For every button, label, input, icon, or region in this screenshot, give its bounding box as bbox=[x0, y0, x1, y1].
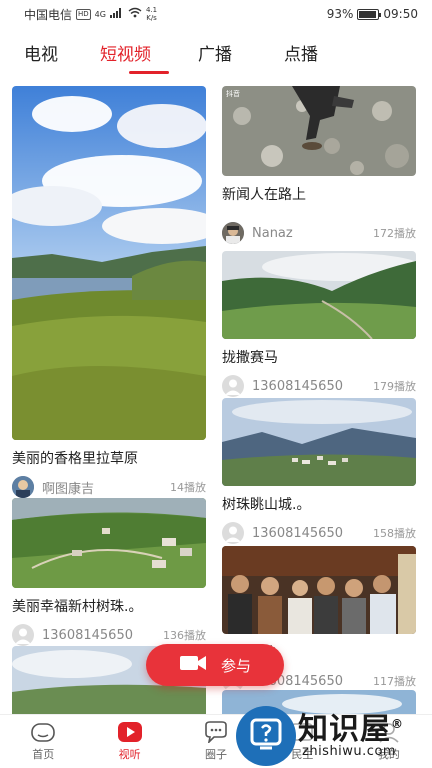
author-info: 13608145650 bbox=[12, 624, 133, 646]
status-bar: 中国电信 HD 4G 4.1 K/s 93% 09:50 bbox=[0, 0, 432, 28]
network-type: 4G bbox=[94, 9, 106, 19]
video-thumbnail[interactable] bbox=[12, 86, 206, 440]
author-info: 啊图康吉 bbox=[12, 476, 94, 498]
watermark-registered: ® bbox=[391, 717, 404, 731]
net-speed: 4.1 K/s bbox=[146, 6, 157, 22]
mountain-city-image bbox=[222, 398, 416, 486]
video-thumbnail[interactable]: 抖音 bbox=[222, 86, 416, 176]
group-photo-image bbox=[222, 546, 416, 634]
watermark-logo-icon bbox=[236, 706, 296, 766]
author-info: 13608145650 bbox=[222, 375, 343, 397]
clock: 09:50 bbox=[383, 7, 418, 21]
wifi-icon bbox=[128, 7, 142, 21]
play-count: 136播放 bbox=[163, 629, 206, 642]
tab-on-demand[interactable]: 点播 bbox=[284, 40, 344, 74]
play-icon bbox=[117, 721, 143, 743]
nav-home[interactable]: 首页 bbox=[0, 715, 86, 768]
user-icon bbox=[12, 624, 34, 646]
video-card-grassland[interactable]: 美丽的香格里拉草原 啊图康吉 14播放 bbox=[12, 86, 206, 498]
rocky-path-image bbox=[222, 86, 416, 176]
nav-home-label: 首页 bbox=[32, 748, 55, 761]
video-title: 树珠眺山城.。 bbox=[222, 497, 311, 513]
video-meta: Nanaz 172播放 bbox=[222, 222, 416, 244]
play-count: 179播放 bbox=[373, 380, 416, 393]
nav-circle-label: 圈子 bbox=[205, 748, 228, 761]
video-thumbnail[interactable] bbox=[222, 546, 416, 634]
status-left: 中国电信 HD 4G 4.1 K/s bbox=[24, 6, 157, 23]
video-card-reporter[interactable]: 抖音 新闻人在路上 Nanaz 172播放 bbox=[222, 86, 416, 244]
video-card-mountain-city[interactable]: 树珠眺山城.。 13608145650 158播放 bbox=[222, 398, 416, 544]
mountain-valley-image bbox=[222, 251, 416, 339]
video-thumbnail[interactable] bbox=[222, 398, 416, 486]
hd-badge: HD bbox=[76, 8, 91, 20]
battery-fill bbox=[359, 10, 377, 18]
net-speed-unit: K/s bbox=[146, 14, 157, 22]
participate-label: 参与 bbox=[220, 656, 251, 675]
watermark-domain: zhishiwu.com bbox=[302, 744, 397, 759]
video-title: 美丽幸福新村树珠.。 bbox=[12, 599, 143, 615]
tab-short-video[interactable]: 短视频 bbox=[100, 40, 198, 74]
play-count: 117播放 bbox=[373, 675, 416, 688]
battery-icon bbox=[357, 8, 382, 20]
signal-icon bbox=[109, 7, 124, 21]
play-count: 172播放 bbox=[373, 227, 416, 240]
watermark-text: 知识屋® bbox=[298, 704, 404, 748]
channel-tabs: 电视 短视频 广播 点播 bbox=[24, 40, 344, 74]
video-title: 美丽的香格里拉草原 bbox=[12, 451, 138, 467]
video-meta: 啊图康吉 14播放 bbox=[12, 476, 206, 498]
author-avatar bbox=[222, 222, 244, 244]
user-icon bbox=[222, 522, 244, 544]
nav-audiovisual-label: 视听 bbox=[118, 748, 141, 761]
video-thumbnail[interactable] bbox=[222, 251, 416, 339]
play-count: 14播放 bbox=[170, 481, 206, 494]
grassland-image bbox=[12, 86, 206, 440]
watermark: 知识屋® zhishiwu.com bbox=[236, 700, 432, 768]
village-image bbox=[12, 498, 206, 588]
author-name[interactable]: 13608145650 bbox=[252, 526, 343, 541]
video-meta: 13608145650 136播放 bbox=[12, 624, 206, 646]
status-right: 93% 09:50 bbox=[327, 7, 418, 21]
user-icon bbox=[222, 375, 244, 397]
chat-bubble-icon bbox=[203, 721, 229, 743]
author-name[interactable]: Nanaz bbox=[252, 226, 293, 241]
author-name[interactable]: 13608145650 bbox=[42, 628, 133, 643]
participate-button[interactable]: 参与 bbox=[146, 644, 284, 686]
video-meta: 13608145650 179播放 bbox=[222, 375, 416, 397]
play-count: 158播放 bbox=[373, 527, 416, 540]
video-card-horse-race[interactable]: 拢撒赛马 13608145650 179播放 bbox=[222, 251, 416, 397]
author-name[interactable]: 啊图康吉 bbox=[42, 478, 94, 497]
battery-percent: 93% bbox=[326, 7, 354, 21]
thumb-tag: 抖音 bbox=[226, 90, 240, 98]
video-camera-icon bbox=[179, 654, 207, 676]
video-title: 新闻人在路上 bbox=[222, 187, 306, 203]
author-info: Nanaz bbox=[222, 222, 293, 244]
watermark-title: 知识屋 bbox=[298, 712, 391, 747]
nav-audiovisual[interactable]: 视听 bbox=[86, 715, 172, 768]
carrier-name: 中国电信 bbox=[24, 7, 73, 22]
video-meta: 13608145650 158播放 bbox=[222, 522, 416, 544]
video-thumbnail[interactable] bbox=[12, 498, 206, 588]
author-info: 13608145650 bbox=[222, 522, 343, 544]
author-name[interactable]: 13608145650 bbox=[252, 379, 343, 394]
home-icon bbox=[30, 721, 56, 743]
tab-tv[interactable]: 电视 bbox=[24, 40, 100, 74]
author-avatar bbox=[12, 476, 34, 498]
net-speed-value: 4.1 bbox=[145, 6, 158, 14]
video-title: 拢撒赛马 bbox=[222, 350, 278, 366]
tab-radio[interactable]: 广播 bbox=[198, 40, 284, 74]
video-card-new-village[interactable]: 美丽幸福新村树珠.。 13608145650 136播放 bbox=[12, 498, 206, 646]
